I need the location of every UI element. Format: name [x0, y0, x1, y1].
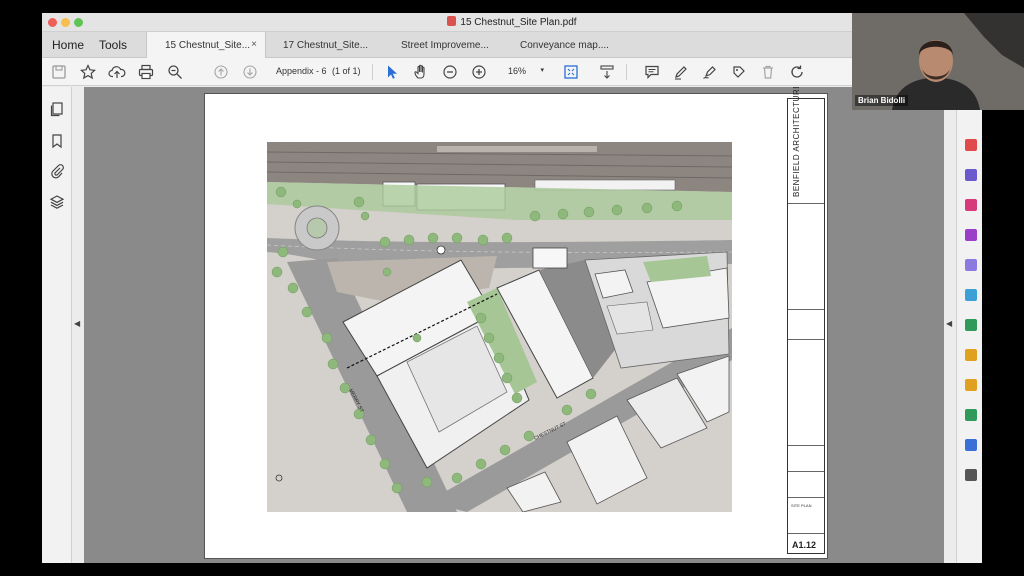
participant-name-label: Brian Bidolli	[855, 95, 909, 106]
chevron-left-icon: ◀	[946, 319, 953, 328]
screen: 15 Chestnut_Site Plan.pdf Home Tools 15 …	[0, 0, 1024, 576]
toolbar-divider	[372, 64, 373, 80]
chevron-left-icon: ◀	[74, 319, 81, 328]
edit-pdf-tool-icon[interactable]	[965, 199, 977, 211]
drawing-title-block: BENFIELD ARCHITECTURE SITE PLAN A1.12	[787, 87, 825, 554]
right-pane-collapse-handle[interactable]: ◀	[944, 87, 956, 563]
tab-street-improvements[interactable]: Street Improveme...	[388, 32, 506, 58]
title-block-rule	[788, 497, 824, 498]
fill-sign-icon[interactable]	[730, 63, 748, 81]
zoom-out-icon[interactable]	[441, 63, 459, 81]
title-bar: 15 Chestnut_Site Plan.pdf	[42, 13, 982, 32]
chevron-down-icon: ▾	[540, 67, 544, 74]
title-block-rule	[788, 533, 824, 534]
title-block-rule	[788, 203, 824, 204]
title-block-rule	[788, 339, 824, 340]
document-canvas[interactable]: MERRY ST CHESTNUT ST BENFIELD ARCHITECTU…	[84, 87, 944, 563]
scroll-mode-icon[interactable]	[598, 63, 616, 81]
previous-page-icon[interactable]	[212, 63, 230, 81]
pavilion	[532, 247, 568, 269]
zoom-in-icon[interactable]	[470, 63, 488, 81]
roundabout-island	[306, 217, 328, 239]
delete-trash-icon[interactable]	[759, 63, 777, 81]
firm-name: BENFIELD ARCHITECTURE	[792, 87, 801, 197]
export-pdf-tool-icon[interactable]	[965, 139, 977, 151]
comment-tool-icon[interactable]	[965, 229, 977, 241]
zoom-level-dropdown[interactable]: 16% ▾	[498, 64, 548, 80]
save-icon[interactable]	[50, 63, 68, 81]
rail-platform	[437, 146, 597, 152]
title-block-rule	[788, 445, 824, 446]
site-plan-drawing: MERRY ST CHESTNUT ST	[267, 142, 732, 512]
pdf-viewer-window: 15 Chestnut_Site Plan.pdf Home Tools 15 …	[42, 13, 982, 563]
fill-sign-tool-icon[interactable]	[965, 349, 977, 361]
scan-ocr-tool-icon[interactable]	[965, 289, 977, 301]
title-block-rule	[788, 471, 824, 472]
tab-17-chestnut-site-plan[interactable]: 17 Chestnut_Site...	[268, 32, 386, 58]
layers-icon[interactable]	[49, 194, 65, 210]
send-tool-icon[interactable]	[965, 409, 977, 421]
pdf-file-icon	[447, 16, 457, 26]
rotate-redo-icon[interactable]	[788, 63, 806, 81]
bookmarks-icon[interactable]	[49, 133, 65, 149]
sheet-number: A1.12	[792, 540, 817, 550]
combine-files-tool-icon[interactable]	[965, 319, 977, 331]
window-title: 15 Chestnut_Site Plan.pdf	[42, 16, 982, 28]
zoom-search-icon[interactable]	[166, 63, 184, 81]
bookmark-star-icon[interactable]	[79, 63, 97, 81]
page-number-field[interactable]: Appendix - 6	[276, 64, 327, 80]
home-link[interactable]: Home	[52, 38, 84, 52]
more-tools-icon[interactable]	[965, 469, 977, 481]
tools-link[interactable]: Tools	[99, 38, 127, 52]
tab-bar: Home Tools 15 Chestnut_Site... × 17 Ches…	[42, 32, 982, 58]
attachments-paperclip-icon[interactable]	[49, 163, 65, 179]
highlight-pen-icon[interactable]	[672, 63, 690, 81]
draw-sign-icon[interactable]	[701, 63, 719, 81]
page-count: (1 of 1)	[332, 66, 361, 76]
participant-video-tile: Brian Bidolli	[852, 13, 1024, 110]
select-cursor-icon[interactable]	[383, 63, 401, 81]
protect-tool-icon[interactable]	[965, 439, 977, 451]
page-thumbnails-icon[interactable]	[49, 101, 65, 117]
site-marker	[436, 245, 446, 255]
create-pdf-tool-icon[interactable]	[965, 169, 977, 181]
pdf-page: MERRY ST CHESTNUT ST BENFIELD ARCHITECTU…	[204, 87, 828, 559]
toolbar-divider	[626, 64, 627, 80]
request-signatures-tool-icon[interactable]	[965, 379, 977, 391]
fit-page-icon[interactable]	[562, 63, 580, 81]
comment-icon[interactable]	[643, 63, 661, 81]
tab-conveyance-map[interactable]: Conveyance map....	[508, 32, 626, 58]
left-pane-collapse-handle[interactable]: ◀	[72, 87, 84, 563]
right-tools-pane	[956, 87, 982, 563]
print-icon[interactable]	[137, 63, 155, 81]
next-page-icon[interactable]	[241, 63, 259, 81]
title-block-rule	[788, 309, 824, 310]
tab-15-chestnut-site-plan[interactable]: 15 Chestnut_Site... ×	[146, 32, 266, 58]
sheet-title: SITE PLAN	[791, 503, 812, 508]
toolbar: Appendix - 6 (1 of 1) 16% ▾	[42, 58, 982, 86]
organize-pages-tool-icon[interactable]	[965, 259, 977, 271]
hand-pan-icon[interactable]	[412, 63, 430, 81]
close-tab-icon[interactable]: ×	[251, 39, 257, 50]
upload-cloud-icon[interactable]	[108, 63, 126, 81]
left-navigation-pane	[42, 87, 72, 563]
